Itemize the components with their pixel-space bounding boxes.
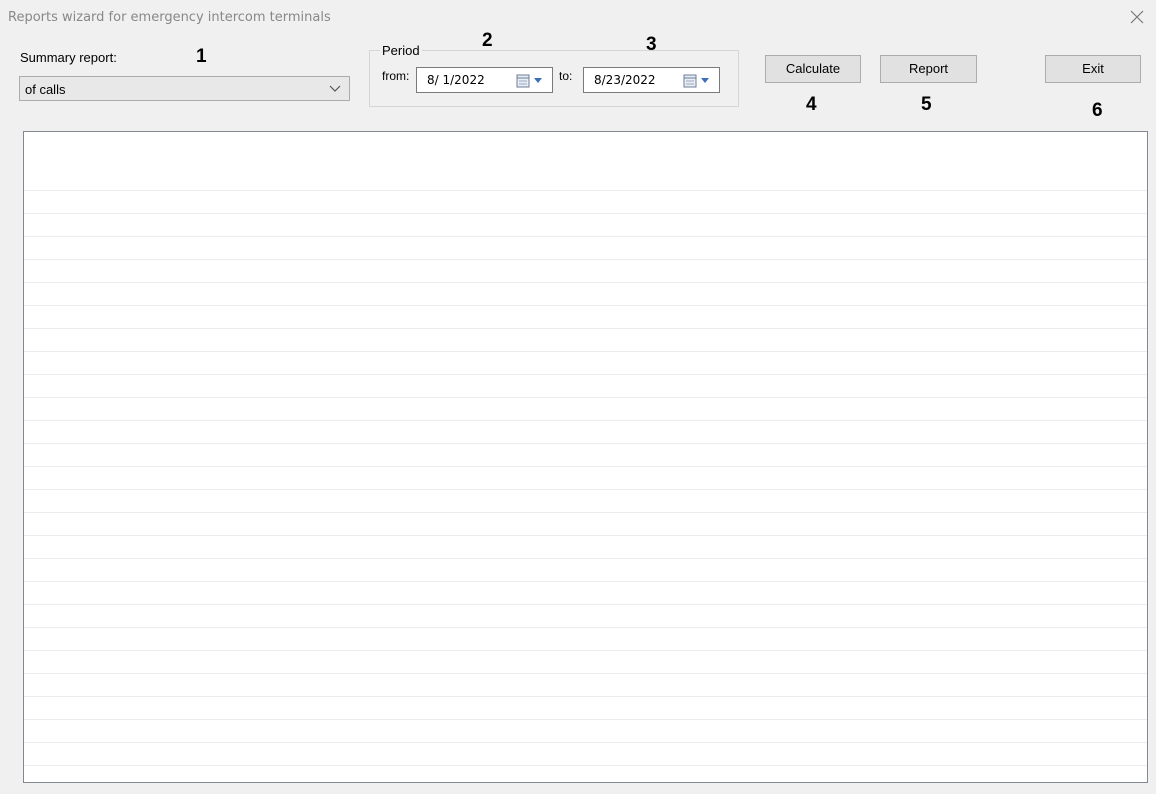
row-separator — [24, 489, 1147, 490]
calculate-button[interactable]: Calculate — [765, 55, 861, 83]
summary-report-select[interactable]: of calls — [19, 76, 350, 101]
summary-report-label: Summary report: — [20, 50, 117, 65]
marker-3: 3 — [646, 34, 657, 55]
from-date-picker[interactable]: 8/ 1/2022 — [416, 67, 553, 93]
row-separator — [24, 259, 1147, 260]
report-button[interactable]: Report — [880, 55, 977, 83]
calendar-icon[interactable] — [683, 74, 697, 88]
row-separator — [24, 650, 1147, 651]
row-separator — [24, 190, 1147, 191]
calendar-icon[interactable] — [516, 74, 530, 88]
row-separator — [24, 627, 1147, 628]
chevron-down-icon — [329, 85, 341, 92]
marker-2: 2 — [482, 30, 493, 51]
dropdown-arrow-icon[interactable] — [534, 78, 542, 84]
row-separator — [24, 328, 1147, 329]
row-separator — [24, 673, 1147, 674]
to-date-value: 8/23/2022 — [594, 73, 656, 87]
marker-5: 5 — [921, 94, 932, 115]
report-list-view[interactable] — [23, 131, 1148, 783]
row-separator — [24, 558, 1147, 559]
marker-6: 6 — [1092, 100, 1103, 121]
row-separator — [24, 765, 1147, 766]
row-separator — [24, 742, 1147, 743]
to-label: to: — [559, 69, 573, 83]
row-separator — [24, 397, 1147, 398]
row-separator — [24, 282, 1147, 283]
row-separator — [24, 581, 1147, 582]
row-separator — [24, 420, 1147, 421]
row-separator — [24, 443, 1147, 444]
period-legend: Period — [380, 43, 422, 58]
row-separator — [24, 512, 1147, 513]
from-date-value: 8/ 1/2022 — [427, 73, 485, 87]
window-title: Reports wizard for emergency intercom te… — [8, 10, 331, 25]
dropdown-arrow-icon[interactable] — [701, 78, 709, 84]
marker-4: 4 — [806, 94, 817, 115]
row-separator — [24, 466, 1147, 467]
row-separator — [24, 213, 1147, 214]
row-separator — [24, 374, 1147, 375]
close-icon[interactable] — [1128, 8, 1146, 26]
row-separator — [24, 719, 1147, 720]
row-separator — [24, 305, 1147, 306]
summary-report-value: of calls — [25, 82, 66, 97]
exit-button[interactable]: Exit — [1045, 55, 1141, 83]
row-separator — [24, 535, 1147, 536]
row-separator — [24, 236, 1147, 237]
to-date-picker[interactable]: 8/23/2022 — [583, 67, 720, 93]
row-separator — [24, 604, 1147, 605]
marker-1: 1 — [196, 46, 207, 67]
from-label: from: — [382, 69, 410, 83]
row-separator — [24, 351, 1147, 352]
row-separator — [24, 696, 1147, 697]
title-bar: Reports wizard for emergency intercom te… — [0, 0, 1156, 32]
